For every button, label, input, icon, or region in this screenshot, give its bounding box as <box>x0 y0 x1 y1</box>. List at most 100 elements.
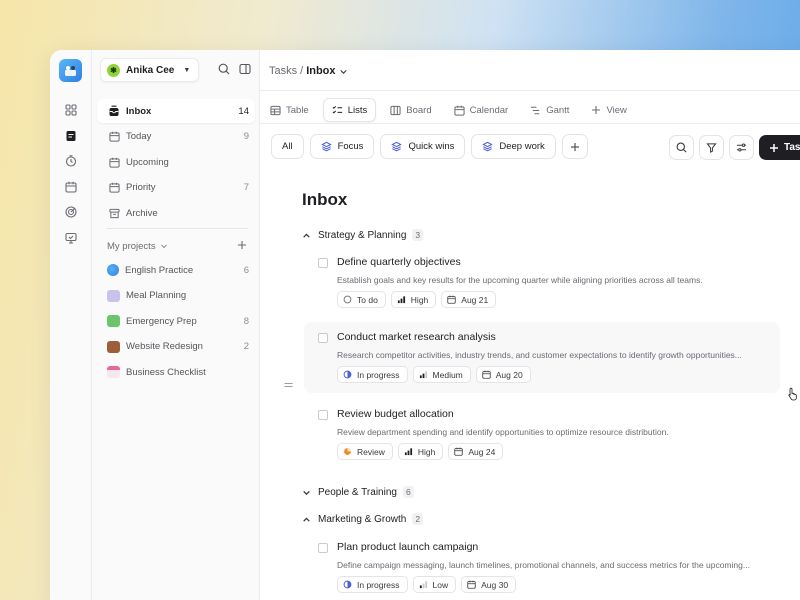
task-tags: Review High Aug 24 <box>337 443 504 460</box>
page-title: Inbox <box>302 190 348 209</box>
new-task-button[interactable]: Task <box>759 135 800 160</box>
status-badge[interactable]: To do <box>337 291 386 308</box>
group-count: 3 <box>412 229 424 241</box>
signal-bars-icon <box>397 295 406 304</box>
sidebar-item-inbox[interactable]: Inbox 14 <box>97 99 255 123</box>
filter-label: Quick wins <box>408 141 455 152</box>
tab-lists[interactable]: Lists <box>322 98 377 122</box>
tab-board[interactable]: Board <box>382 98 439 122</box>
due-date-badge[interactable]: Aug 24 <box>448 443 504 460</box>
task-description: Review department spending and identify … <box>337 427 669 437</box>
task-row[interactable]: Review budget allocation Review departme… <box>304 399 780 467</box>
filter-deep-work[interactable]: Deep work <box>471 134 556 159</box>
task-tags: In progress Medium Aug 20 <box>337 366 531 383</box>
timer-icon[interactable] <box>60 150 82 172</box>
board-icon <box>390 105 401 116</box>
group-header-people[interactable]: People & Training 6 <box>302 486 414 498</box>
group-header-strategy[interactable]: Strategy & Planning 3 <box>302 229 424 241</box>
filter-quick-wins[interactable]: Quick wins <box>380 134 466 159</box>
target-icon[interactable] <box>60 201 82 223</box>
tab-label: View <box>606 104 627 116</box>
calendar-rail-icon[interactable] <box>60 176 82 198</box>
layers-icon <box>482 141 494 152</box>
chevron-down-icon[interactable] <box>339 67 348 76</box>
sidebar-item-count: 14 <box>238 105 249 117</box>
priority-badge[interactable]: Low <box>412 576 457 593</box>
tabs-divider <box>260 123 800 124</box>
sidebar-toggle-icon[interactable] <box>239 62 251 80</box>
project-emergency-prep[interactable]: Emergency Prep 8 <box>97 309 255 333</box>
breadcrumb-parent[interactable]: Tasks <box>269 65 297 77</box>
tasks-icon[interactable] <box>60 125 82 147</box>
task-checkbox[interactable] <box>318 543 328 553</box>
add-filter-button[interactable] <box>561 134 588 159</box>
filter-button[interactable] <box>699 135 724 160</box>
priority-badge[interactable]: Medium <box>412 366 471 383</box>
sidebar-item-upcoming[interactable]: Upcoming <box>97 150 255 174</box>
status-badge[interactable]: In progress <box>337 366 408 383</box>
filter-bar: All Focus Quick wins Deep work <box>271 134 588 159</box>
date-label: Aug 24 <box>468 446 496 457</box>
sidebar-item-count: 7 <box>243 182 249 194</box>
task-row[interactable]: Define quarterly objectives Establish go… <box>304 247 780 315</box>
task-description: Establish goals and key results for the … <box>337 275 703 285</box>
project-english-practice[interactable]: English Practice 6 <box>97 258 255 282</box>
group-header-marketing[interactable]: Marketing & Growth 2 <box>302 513 424 525</box>
filter-focus[interactable]: Focus <box>309 134 375 159</box>
tab-gantt[interactable]: Gantt <box>522 98 577 122</box>
due-date-badge[interactable]: Aug 20 <box>475 366 531 383</box>
grid-icon[interactable] <box>60 99 82 121</box>
project-website-redesign[interactable]: Website Redesign 2 <box>97 335 255 359</box>
date-label: Aug 21 <box>461 294 489 305</box>
task-checkbox[interactable] <box>318 333 328 343</box>
sidebar-item-today[interactable]: Today 9 <box>97 125 255 149</box>
tab-calendar[interactable]: Calendar <box>446 98 517 122</box>
signal-bars-icon <box>419 580 428 589</box>
search-button[interactable] <box>669 135 694 160</box>
tab-label: Lists <box>347 104 368 116</box>
search-icon[interactable] <box>218 62 230 80</box>
sidebar-item-archive[interactable]: Archive <box>97 201 255 225</box>
task-checkbox[interactable] <box>318 258 328 268</box>
monitor-icon[interactable] <box>60 227 82 249</box>
tab-table[interactable]: Table <box>262 98 317 122</box>
group-name: People & Training <box>318 486 397 498</box>
priority-badge[interactable]: High <box>397 443 444 460</box>
status-badge[interactable]: Review <box>337 443 393 460</box>
add-project-icon[interactable] <box>237 240 247 253</box>
layers-icon <box>391 141 403 152</box>
archive-icon <box>107 206 121 220</box>
settings-button[interactable] <box>729 135 754 160</box>
project-business-checklist[interactable]: Business Checklist <box>97 360 255 384</box>
sidebar-item-label: Inbox <box>126 105 152 117</box>
signal-bars-icon <box>404 447 413 456</box>
tab-add-view[interactable]: View <box>583 98 634 122</box>
group-count: 6 <box>402 486 414 498</box>
status-badge[interactable]: In progress <box>337 576 408 593</box>
sidebar-item-priority[interactable]: Priority 7 <box>97 176 255 200</box>
chevron-down-icon <box>302 488 312 497</box>
priority-badge[interactable]: High <box>390 291 437 308</box>
task-row[interactable]: Plan product launch campaign Define camp… <box>304 532 780 600</box>
filter-all[interactable]: All <box>271 134 304 159</box>
project-count: 2 <box>243 341 249 353</box>
projects-header[interactable]: My projects <box>107 239 247 253</box>
task-checkbox[interactable] <box>318 410 328 420</box>
project-list: English Practice 6 Meal Planning Emergen… <box>97 258 255 386</box>
task-row[interactable]: Conduct market research analysis Researc… <box>304 322 780 393</box>
workspace-switcher[interactable]: ✱ Anika Cee ▼ <box>100 58 200 82</box>
due-date-badge[interactable]: Aug 30 <box>461 576 517 593</box>
gantt-icon <box>530 105 541 116</box>
project-meal-planning[interactable]: Meal Planning <box>97 284 255 308</box>
priority-label: High <box>417 446 436 457</box>
task-description: Research competitor activities, industry… <box>337 350 742 360</box>
drag-handle-icon[interactable] <box>284 381 293 391</box>
sidebar-divider <box>106 228 248 229</box>
globe-icon <box>107 264 119 276</box>
breadcrumb-current[interactable]: Inbox <box>306 65 335 77</box>
sidebar-item-count: 9 <box>243 131 249 143</box>
due-date-badge[interactable]: Aug 21 <box>441 291 497 308</box>
app-logo-icon[interactable] <box>59 59 82 82</box>
notebook-icon <box>107 289 120 302</box>
breadcrumb: Tasks / Inbox <box>269 65 348 77</box>
